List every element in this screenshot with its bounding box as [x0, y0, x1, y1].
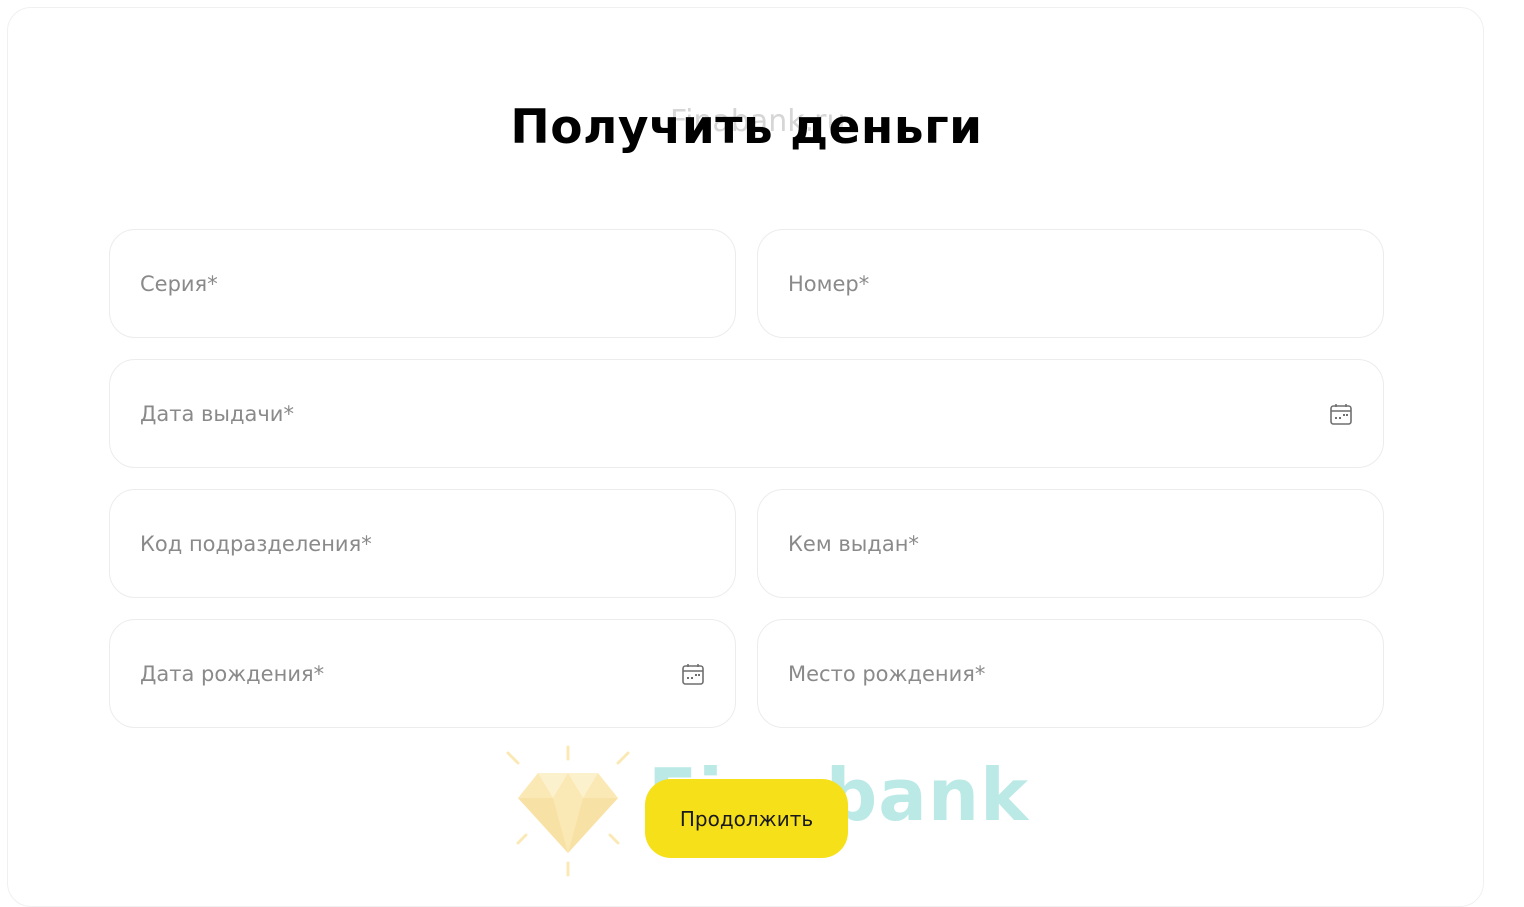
birth-place-field [757, 619, 1384, 728]
issued-by-input[interactable] [788, 490, 1323, 597]
page-title: Получить деньги [510, 100, 983, 155]
birth-date-field [109, 619, 736, 728]
birth-date-input[interactable] [140, 620, 675, 727]
department-code-input[interactable] [140, 490, 675, 597]
calendar-icon[interactable] [1329, 402, 1353, 426]
number-input[interactable] [788, 230, 1323, 337]
issue-date-field [109, 359, 1384, 468]
diamond-icon [506, 745, 630, 877]
birth-place-input[interactable] [788, 620, 1323, 727]
calendar-icon[interactable] [681, 662, 705, 686]
issue-date-input[interactable] [140, 360, 1323, 467]
series-input[interactable] [140, 230, 675, 337]
series-field [109, 229, 736, 338]
continue-button[interactable]: Продолжить [645, 779, 848, 858]
department-code-field [109, 489, 736, 598]
form-card: Finabank.ru Получить деньги Серия* Номер… [7, 7, 1484, 907]
issued-by-field [757, 489, 1384, 598]
number-field [757, 229, 1384, 338]
